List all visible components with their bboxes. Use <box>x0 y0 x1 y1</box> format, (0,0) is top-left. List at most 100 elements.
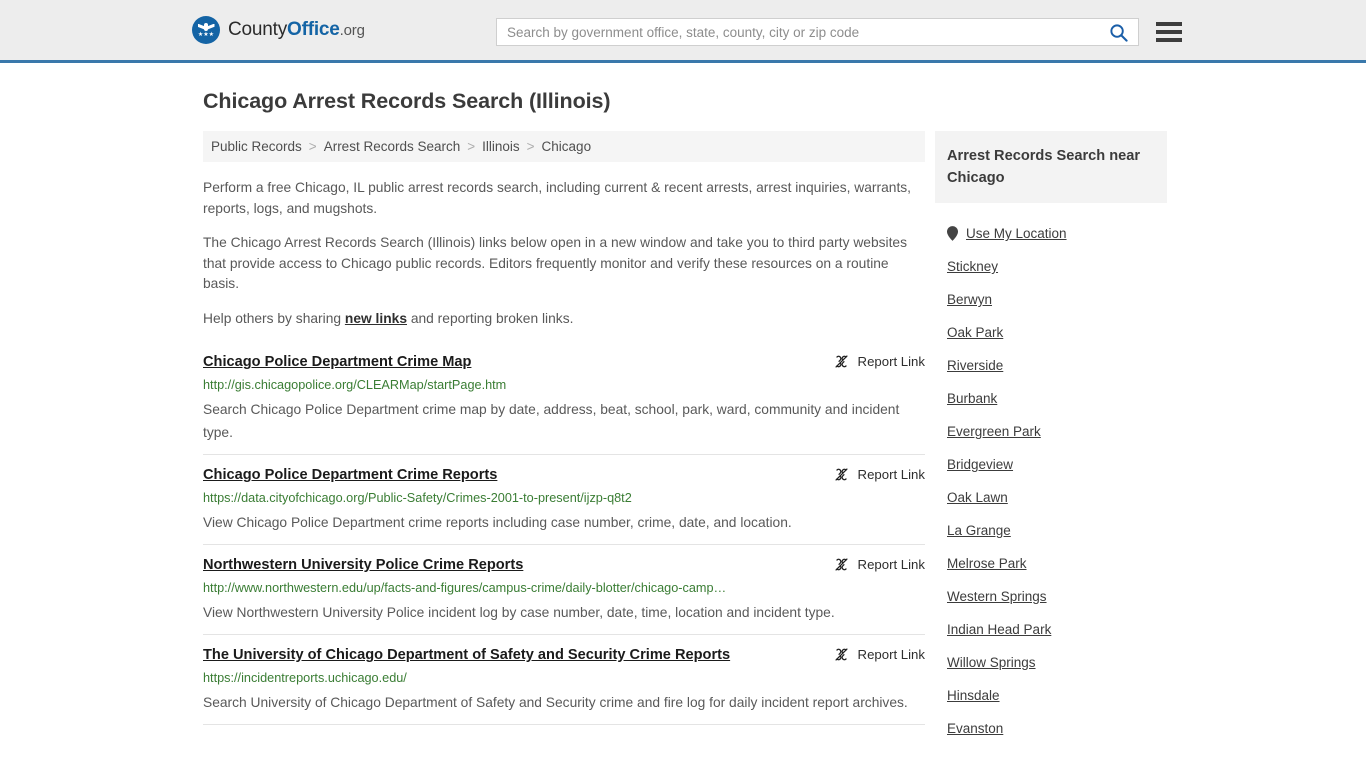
result-item: The University of Chicago Department of … <box>203 635 925 725</box>
sidebar-city-link[interactable]: La Grange <box>947 523 1011 538</box>
eagle-star-emblem-icon: ★★★ <box>192 16 220 44</box>
result-title-link[interactable]: Chicago Police Department Crime Reports <box>203 465 497 485</box>
sidebar-item-city[interactable]: Oak Lawn <box>935 481 1167 514</box>
breadcrumb-item-chicago[interactable]: Chicago <box>542 139 592 154</box>
sidebar-city-link[interactable]: Riverside <box>947 358 1003 373</box>
breadcrumb-item-public-records[interactable]: Public Records <box>211 139 302 154</box>
report-link-button[interactable]: Report Link <box>834 557 925 572</box>
sidebar-item-city[interactable]: Evanston <box>935 712 1167 745</box>
sidebar-city-link[interactable]: Melrose Park <box>947 556 1027 571</box>
sidebar-links: Use My Location Stickney Berwyn Oak Park… <box>935 203 1167 745</box>
site-logo[interactable]: ★★★ CountyOffice.org <box>192 0 365 60</box>
sidebar-item-city[interactable]: Burbank <box>935 382 1167 415</box>
sidebar-city-link[interactable]: Oak Lawn <box>947 490 1008 505</box>
logo-text: CountyOffice.org <box>228 19 365 41</box>
broken-link-icon <box>834 355 848 368</box>
result-description: Search Chicago Police Department crime m… <box>203 402 900 440</box>
report-link-button[interactable]: Report Link <box>834 647 925 662</box>
intro-paragraph-1: Perform a free Chicago, IL public arrest… <box>203 180 912 216</box>
sidebar-item-city[interactable]: Evergreen Park <box>935 415 1167 448</box>
content-columns: Public Records > Arrest Records Search >… <box>0 114 1366 745</box>
result-title-link[interactable]: Chicago Police Department Crime Map <box>203 352 471 372</box>
sidebar-city-link[interactable]: Bridgeview <box>947 457 1013 472</box>
sidebar-city-link[interactable]: Willow Springs <box>947 655 1036 670</box>
sidebar-item-city[interactable]: La Grange <box>935 514 1167 547</box>
result-title-link[interactable]: Northwestern University Police Crime Rep… <box>203 555 523 575</box>
breadcrumb-separator: > <box>308 139 317 154</box>
result-header: The University of Chicago Department of … <box>203 645 925 665</box>
result-item: Northwestern University Police Crime Rep… <box>203 545 925 635</box>
hamburger-menu-button[interactable] <box>1150 19 1182 45</box>
page-body: Chicago Arrest Records Search (Illinois)… <box>0 63 1366 745</box>
sidebar-item-city[interactable]: Indian Head Park <box>935 613 1167 646</box>
breadcrumb-separator: > <box>467 139 476 154</box>
results-list: Chicago Police Department Crime Map Repo… <box>203 348 925 725</box>
sidebar-item-city[interactable]: Bridgeview <box>935 448 1167 481</box>
intro-paragraph-3: Help others by sharing new links and rep… <box>203 309 925 330</box>
search-bar[interactable] <box>496 18 1139 46</box>
page-title: Chicago Arrest Records Search (Illinois) <box>203 89 611 113</box>
report-link-label: Report Link <box>857 557 925 572</box>
logo-text-part3: .org <box>339 22 365 39</box>
sidebar-city-link[interactable]: Evanston <box>947 721 1003 736</box>
broken-link-icon <box>834 648 848 661</box>
sidebar-city-link[interactable]: Hinsdale <box>947 688 1000 703</box>
logo-text-part2: Office <box>287 19 340 40</box>
sidebar-item-city[interactable]: Stickney <box>935 250 1167 283</box>
logo-stars: ★★★ <box>197 30 215 38</box>
site-header: ★★★ CountyOffice.org <box>0 0 1366 63</box>
result-url[interactable]: http://gis.chicagopolice.org/CLEARMap/st… <box>203 377 925 394</box>
sidebar-city-link[interactable]: Oak Park <box>947 325 1003 340</box>
report-link-label: Report Link <box>857 354 925 369</box>
hamburger-bar <box>1156 22 1182 26</box>
result-description: View Chicago Police Department crime rep… <box>203 515 792 530</box>
sidebar-item-city[interactable]: Hinsdale <box>935 679 1167 712</box>
result-description: View Northwestern University Police inci… <box>203 605 835 620</box>
search-icon <box>1110 23 1128 42</box>
result-url[interactable]: https://incidentreports.uchicago.edu/ <box>203 670 925 687</box>
broken-link-icon <box>834 468 848 481</box>
sidebar-item-city[interactable]: Riverside <box>935 349 1167 382</box>
logo-text-part1: County <box>228 19 288 40</box>
sidebar-item-city[interactable]: Western Springs <box>935 580 1167 613</box>
result-url[interactable]: http://www.northwestern.edu/up/facts-and… <box>203 580 925 597</box>
breadcrumb-separator: > <box>526 139 535 154</box>
sidebar-item-city[interactable]: Oak Park <box>935 316 1167 349</box>
intro-paragraph-2: The Chicago Arrest Records Search (Illin… <box>203 235 907 291</box>
result-item: Chicago Police Department Crime Map Repo… <box>203 348 925 455</box>
hamburger-bar <box>1156 38 1182 42</box>
search-input[interactable] <box>497 24 1105 40</box>
sidebar-city-link[interactable]: Western Springs <box>947 589 1047 604</box>
sidebar-city-link[interactable]: Burbank <box>947 391 997 406</box>
intro-p3-before: Help others by sharing <box>203 310 345 326</box>
result-url[interactable]: https://data.cityofchicago.org/Public-Sa… <box>203 490 925 507</box>
use-my-location-link[interactable]: Use My Location <box>966 226 1067 241</box>
result-title-link[interactable]: The University of Chicago Department of … <box>203 645 730 665</box>
sidebar-heading: Arrest Records Search near Chicago <box>935 131 1167 203</box>
sidebar-item-use-my-location[interactable]: Use My Location <box>935 217 1167 250</box>
search-button[interactable] <box>1105 23 1138 42</box>
map-pin-icon <box>947 226 958 241</box>
sidebar-city-link[interactable]: Berwyn <box>947 292 992 307</box>
report-link-button[interactable]: Report Link <box>834 467 925 482</box>
new-links-link[interactable]: new links <box>345 311 407 326</box>
intro-p3-after: and reporting broken links. <box>407 310 574 326</box>
sidebar-item-city[interactable]: Melrose Park <box>935 547 1167 580</box>
sidebar-city-link[interactable]: Stickney <box>947 259 998 274</box>
result-header: Chicago Police Department Crime Map Repo… <box>203 352 925 372</box>
sidebar-item-city[interactable]: Willow Springs <box>935 646 1167 679</box>
sidebar: Arrest Records Search near Chicago Use M… <box>935 131 1167 745</box>
sidebar-item-city[interactable]: Berwyn <box>935 283 1167 316</box>
intro-text: Perform a free Chicago, IL public arrest… <box>203 178 925 329</box>
breadcrumb-item-arrest-records-search[interactable]: Arrest Records Search <box>324 139 461 154</box>
report-link-label: Report Link <box>857 647 925 662</box>
report-link-label: Report Link <box>857 467 925 482</box>
sidebar-city-link[interactable]: Evergreen Park <box>947 424 1041 439</box>
broken-link-icon <box>834 558 848 571</box>
report-link-button[interactable]: Report Link <box>834 354 925 369</box>
hamburger-bar <box>1156 30 1182 34</box>
breadcrumb-item-illinois[interactable]: Illinois <box>482 139 520 154</box>
result-header: Chicago Police Department Crime Reports … <box>203 465 925 485</box>
result-item: Chicago Police Department Crime Reports … <box>203 455 925 545</box>
sidebar-city-link[interactable]: Indian Head Park <box>947 622 1051 637</box>
